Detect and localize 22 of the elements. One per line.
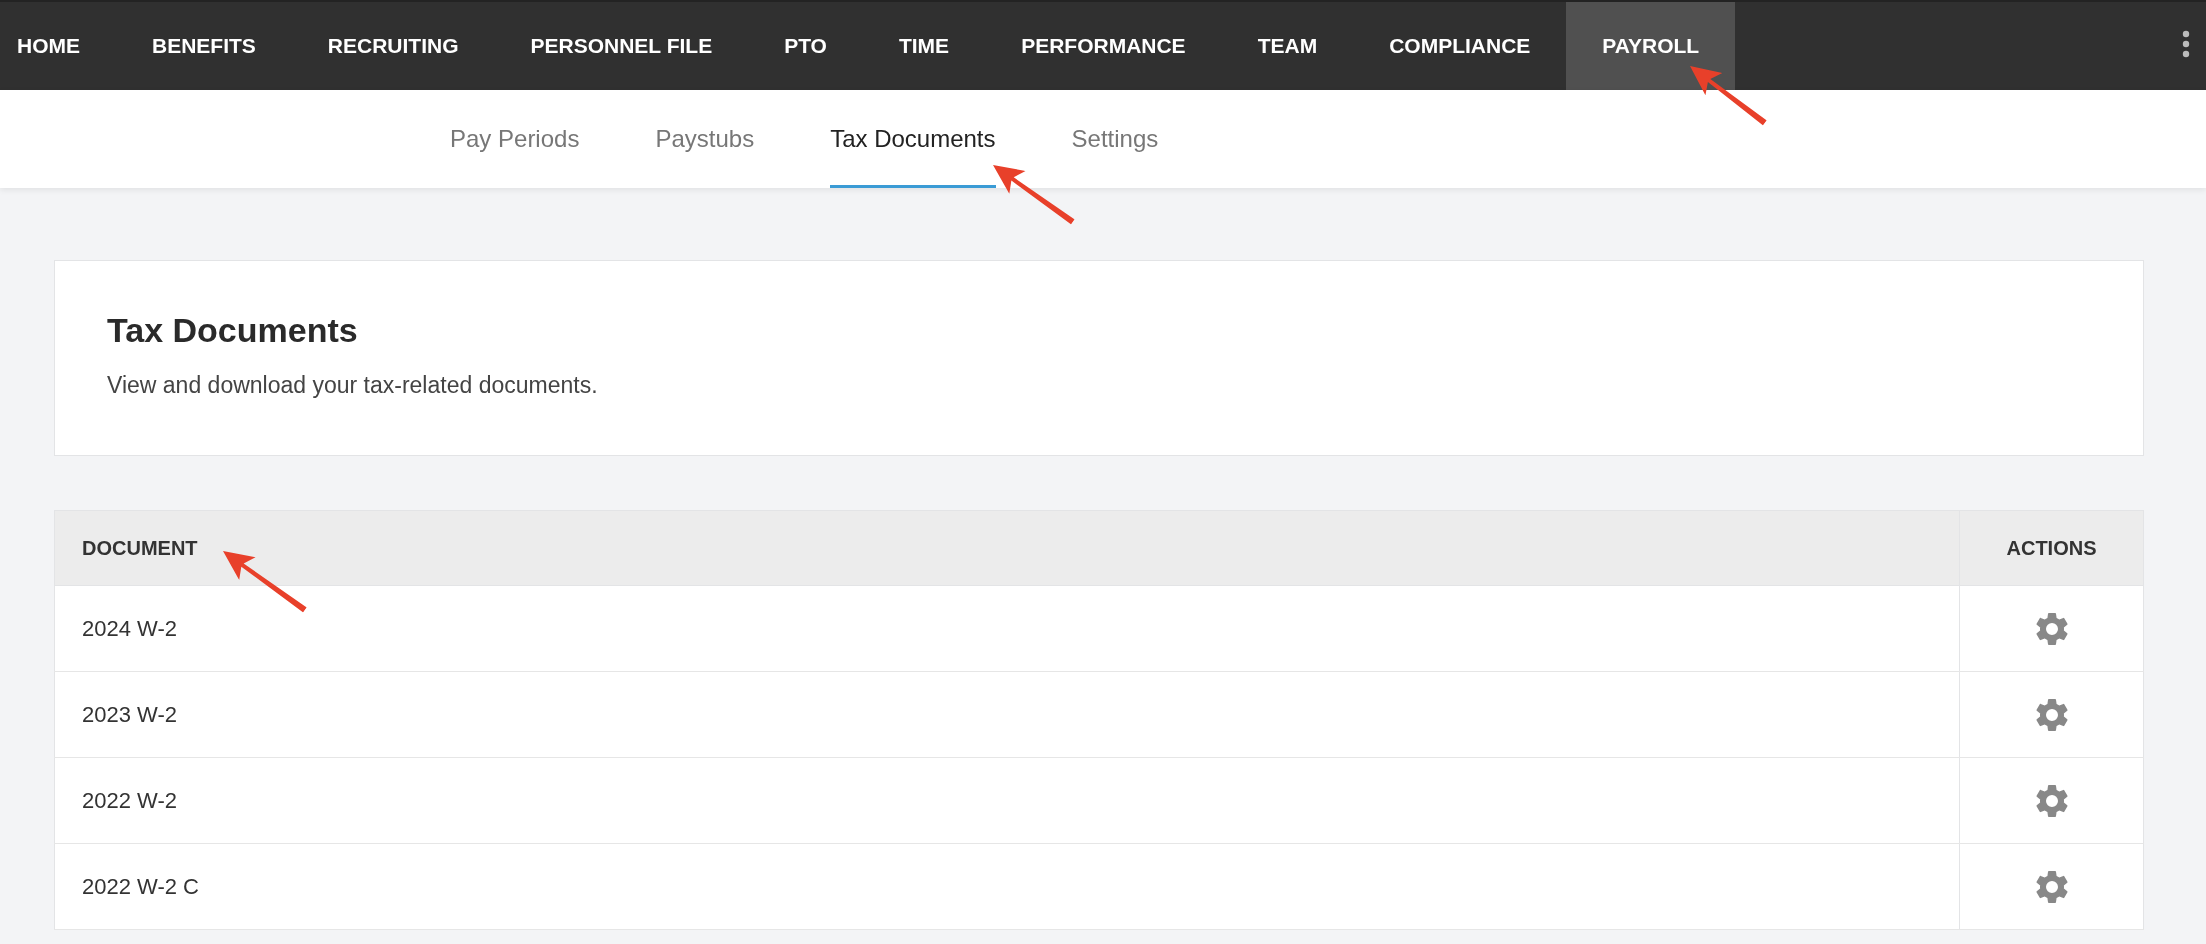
nav-tab[interactable]: COMPLIANCE (1353, 2, 1567, 90)
page-title: Tax Documents (107, 311, 359, 350)
nav-tab[interactable]: PAYROLL (1566, 2, 1736, 90)
tab[interactable]: Paystubs (655, 90, 755, 188)
nav-tab[interactable]: TIME (862, 2, 986, 90)
nav-tab[interactable]: TEAM (1221, 2, 1354, 90)
document-cell: 2022 W-2 (54, 757, 1960, 844)
nav-tab[interactable]: PERSONNEL FILE (494, 2, 749, 90)
nav-tab[interactable]: PERFORMANCE (985, 2, 1222, 90)
tab[interactable]: Tax Documents (830, 90, 996, 188)
tab[interactable]: Settings (1071, 90, 1159, 188)
nav-tab[interactable]: BENEFITS (116, 2, 292, 90)
page-subtitle: View and download your tax-related documents. (107, 372, 599, 399)
nav-tab[interactable]: RECRUITING (291, 2, 495, 90)
document-cell: 2022 W-2 C (54, 843, 1960, 930)
nav-tab[interactable]: HOME (0, 2, 116, 90)
document-cell: 2023 W-2 (54, 671, 1960, 758)
column-header: ACTIONS (1959, 510, 2144, 586)
nav-tab[interactable]: PTO (748, 2, 863, 90)
more-options-icon[interactable] (2182, 30, 2190, 58)
column-header: DOCUMENT (54, 510, 1960, 586)
tab[interactable]: Pay Periods (450, 90, 580, 188)
